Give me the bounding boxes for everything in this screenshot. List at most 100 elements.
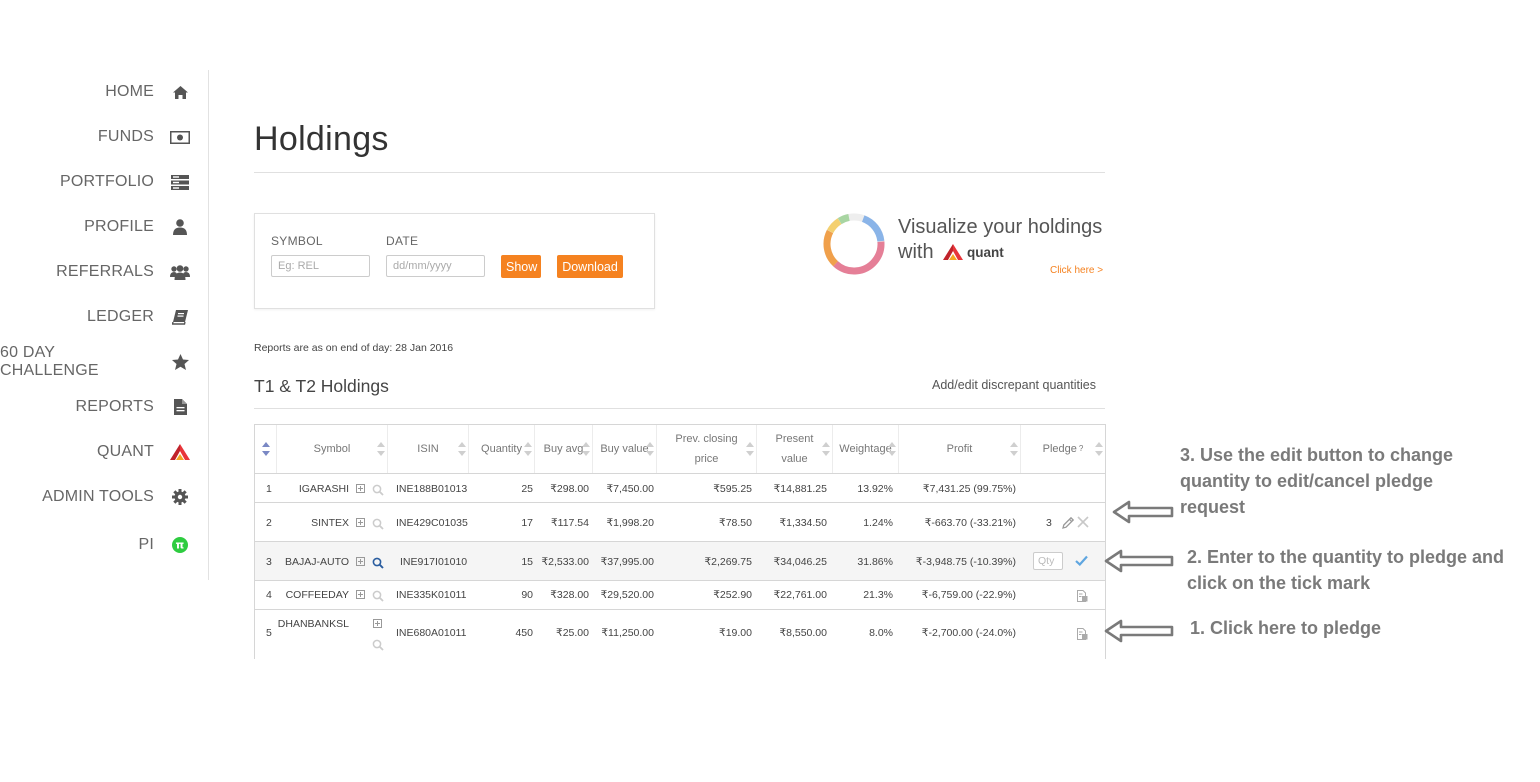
sidebar-item-label: QUANT [97,443,154,460]
row-buy-avg: ₹2,533.00 [541,556,589,568]
download-button[interactable]: Download [557,255,623,278]
row-prev-close: ₹252.90 [713,589,752,601]
search-icon[interactable] [372,518,384,530]
sidebar-item-reports[interactable]: REPORTS [76,394,190,420]
sidebar-item-admin-tools[interactable]: ADMIN TOOLS [42,484,190,510]
sort-icon [646,442,654,456]
column-header-present-value[interactable]: Present value [757,425,833,473]
row-weightage: 1.24% [863,517,893,529]
row-isin: INE429C01035 [396,517,468,529]
edit-pencil-icon[interactable] [1061,516,1075,530]
column-header-buy-value[interactable]: Buy value [593,425,657,473]
column-header-buy-avg[interactable]: Buy avg [535,425,593,473]
row-quantity: 90 [521,589,533,601]
date-label: DATE [386,234,419,248]
search-icon[interactable] [372,484,384,496]
filter-panel: SYMBOL DATE Show Download [254,213,655,309]
section-title: T1 & T2 Holdings [254,376,389,396]
row-number: 3 [266,556,272,568]
visualize-click-here-link[interactable]: Click here > [1050,265,1103,276]
user-icon [170,217,190,237]
add-edit-discrepant-link[interactable]: Add/edit discrepant quantities [932,378,1096,392]
expand-plus-icon[interactable] [356,590,365,599]
pledge-qty-input[interactable] [1033,552,1063,570]
pledge-icon[interactable] [1077,590,1088,602]
pledge-help-icon[interactable]: ? [1079,439,1083,459]
column-header-label: ISIN [417,443,439,455]
title-divider [254,172,1105,173]
table-row: 2 SINTEX INE429C01035 17 ₹117.54 ₹1,998.… [255,503,1105,542]
sort-icon [746,442,754,456]
table-header: Symbol ISIN Quantity Buy avg Buy value P… [255,425,1105,474]
table-row: 4 COFFEEDAY INE335K01011 90 ₹328.00 ₹29,… [255,581,1105,610]
column-header-label: Present value [775,433,814,465]
section-divider [254,408,1105,409]
sidebar-item-portfolio[interactable]: PORTFOLIO [60,169,190,195]
row-quantity: 450 [515,627,533,639]
table-row: 1 IGARASHI INE188B01013 25 ₹298.00 ₹7,45… [255,474,1105,503]
row-symbol: IGARASHI [298,483,349,495]
expand-plus-icon[interactable] [356,557,365,566]
date-input[interactable] [386,255,485,277]
sidebar-item-pi[interactable]: PI π [138,532,190,558]
row-buy-avg: ₹117.54 [550,517,589,529]
column-header-index[interactable] [255,425,277,473]
row-prev-close: ₹595.25 [713,483,752,495]
pledge-quantity: 3 [1046,517,1052,529]
row-present-value: ₹8,550.00 [779,627,827,639]
table-row: 5 DHANBANKSL INE680A01011 450 ₹25.00 ₹11… [255,610,1105,659]
expand-plus-icon[interactable] [373,619,382,628]
row-buy-value: ₹1,998.20 [606,517,654,529]
row-isin: INE917I01010 [400,556,468,568]
sidebar-item-quant[interactable]: QUANT [97,439,190,465]
column-header-label: Symbol [313,443,351,455]
expand-plus-icon[interactable] [356,484,365,493]
tick-confirm-icon[interactable] [1075,555,1088,566]
sidebar-item-label: REPORTS [75,398,154,415]
visualize-title: Visualize your holdings [898,216,1103,238]
row-buy-value: ₹29,520.00 [600,589,654,601]
holdings-donut-icon[interactable] [822,212,886,276]
row-prev-close: ₹19.00 [719,627,752,639]
search-icon[interactable] [372,557,384,569]
sidebar-item-profile[interactable]: PROFILE [84,214,190,240]
sidebar-item-home[interactable]: HOME [105,79,190,105]
row-present-value: ₹1,334.50 [779,517,827,529]
search-icon[interactable] [372,639,384,651]
column-header-isin[interactable]: ISIN [388,425,469,473]
column-header-symbol[interactable]: Symbol [277,425,388,473]
sidebar-item-60-day-challenge[interactable]: 60 DAY CHALLENGE [0,344,190,379]
expand-plus-icon[interactable] [356,518,365,527]
column-header-profit[interactable]: Profit [899,425,1021,473]
users-icon [170,262,190,282]
quant-brand: quant [943,244,1004,260]
sidebar-item-label: HOME [105,83,154,100]
row-symbol: COFFEEDAY [285,589,349,601]
sidebar-item-ledger[interactable]: LEDGER [87,304,190,330]
row-present-value: ₹34,046.25 [773,556,827,568]
search-icon[interactable] [372,590,384,602]
row-isin: INE335K01011 [396,589,467,601]
column-header-pledge[interactable]: Pledge? [1021,425,1105,473]
show-button[interactable]: Show [501,255,541,278]
sidebar-item-referrals[interactable]: REFERRALS [56,259,190,285]
row-number: 1 [266,483,272,495]
column-header-quantity[interactable]: Quantity [469,425,535,473]
row-profit: ₹-3,948.75 (-10.39%) [915,556,1016,568]
cancel-x-icon[interactable] [1077,516,1089,528]
pledge-icon[interactable] [1077,628,1088,640]
column-header-prev-closing-price[interactable]: Prev. closing price [657,425,757,473]
sidebar-item-funds[interactable]: FUNDS [98,124,190,150]
sort-icon [524,442,532,456]
sort-icon [582,442,590,456]
sidebar-item-label: ADMIN TOOLS [42,488,154,505]
sort-icon [1095,442,1103,456]
sidebar-item-label: LEDGER [87,308,154,325]
row-symbol: BAJAJ-AUTO [285,556,349,568]
row-symbol: SINTEX [311,517,349,529]
column-header-weightage[interactable]: Weightage [833,425,899,473]
symbol-input[interactable] [271,255,370,277]
quant-logo-icon [943,244,963,260]
row-profit: ₹-663.70 (-33.21%) [924,517,1016,529]
sidebar-item-label: PORTFOLIO [60,173,154,190]
